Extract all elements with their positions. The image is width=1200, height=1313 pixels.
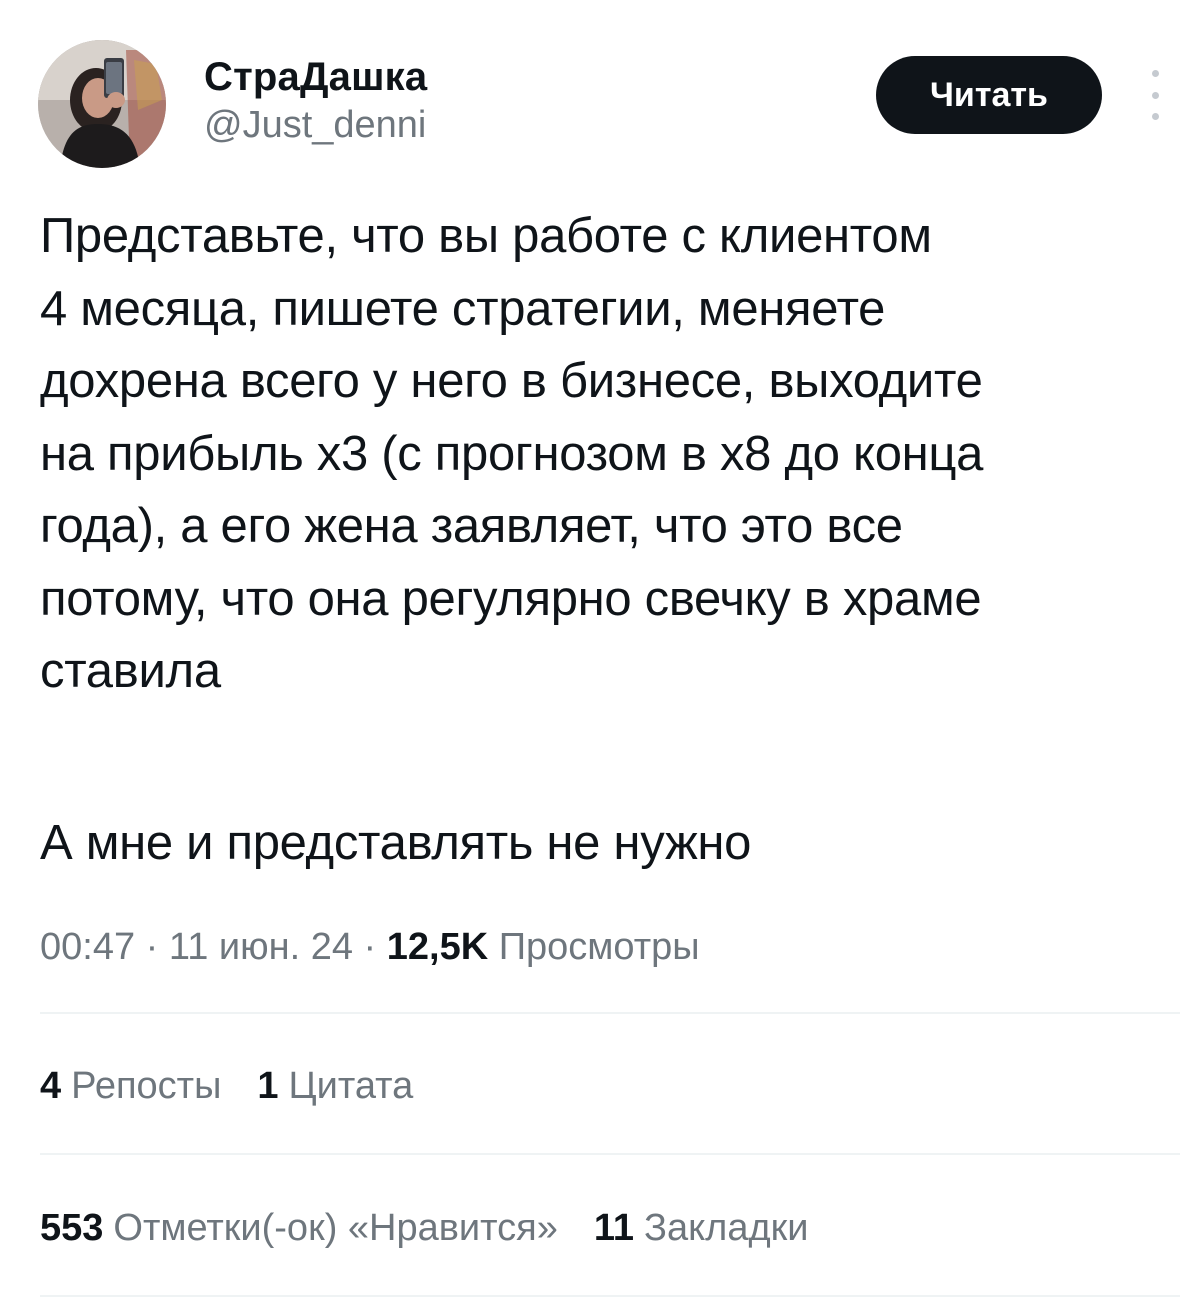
quotes-stat[interactable]: 1 Цитата [257, 1058, 413, 1114]
tweet-date[interactable]: 11 июн. 24 [169, 926, 353, 968]
user-avatar[interactable] [38, 40, 166, 168]
bookmarks-label: Закладки [644, 1207, 809, 1249]
likes-stat[interactable]: 553 Отметки(-ок) «Нравится» [40, 1200, 558, 1256]
more-vertical-icon[interactable] [1140, 70, 1170, 120]
reposts-stat[interactable]: 4 Репосты [40, 1058, 221, 1114]
divider [40, 1295, 1180, 1297]
divider [40, 1012, 1180, 1014]
likes-count: 553 [40, 1207, 104, 1249]
bookmarks-stat[interactable]: 11 Закладки [594, 1200, 809, 1256]
bookmarks-count: 11 [593, 1207, 635, 1249]
tweet-text-second-paragraph: А мне и представлять не нужно [40, 816, 752, 870]
quotes-label: Цитата [288, 1065, 414, 1107]
tweet-time[interactable]: 00:47 [40, 926, 135, 968]
tweet-text: Представьте, что вы работе с клиентом 4 … [40, 209, 984, 698]
stats-row-retweets: 4 Репосты 1 Цитата [40, 1058, 449, 1114]
reposts-count: 4 [40, 1065, 62, 1107]
quotes-count: 1 [257, 1065, 279, 1107]
follow-button[interactable]: Читать [876, 56, 1102, 134]
avatar-photo-icon [38, 40, 166, 168]
more-dot [1151, 113, 1159, 120]
user-names: СтраДашка @Just_denni [204, 54, 427, 148]
divider [40, 1153, 1180, 1155]
views-count[interactable]: 12,5K [387, 926, 488, 968]
reposts-label: Репосты [71, 1065, 222, 1107]
stats-row-likes: 553 Отметки(-ок) «Нравится» 11 Закладки [40, 1200, 845, 1256]
meta-separator: · [135, 926, 169, 968]
likes-label: Отметки(-ок) «Нравится» [113, 1207, 558, 1249]
user-handle[interactable]: @Just_denni [204, 102, 427, 148]
views-label: Просмотры [488, 926, 700, 968]
tweet-meta: 00:47 · 11 июн. 24 · 12,5K Просмотры [40, 918, 700, 976]
display-name[interactable]: СтраДашка [204, 54, 427, 100]
tweet-header: СтраДашка @Just_denni Читать [38, 40, 1178, 172]
more-dot [1151, 91, 1159, 99]
more-dot [1151, 70, 1159, 77]
meta-separator: · [352, 926, 387, 968]
